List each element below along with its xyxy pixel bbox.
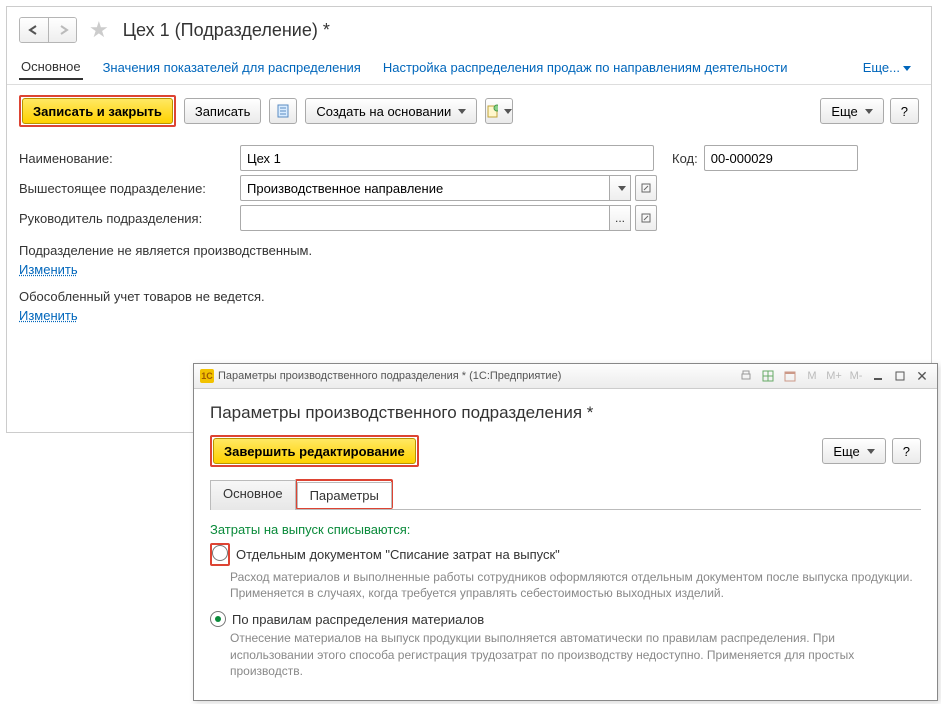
tab-values[interactable]: Значения показателей для распределения <box>101 56 363 79</box>
more-button[interactable]: Еще <box>820 98 883 124</box>
dialog-toolbar: Завершить редактирование Еще ? <box>210 435 921 467</box>
app-1c-icon: 1C <box>200 369 214 383</box>
manager-field[interactable] <box>240 205 610 231</box>
parent-open-button[interactable] <box>635 175 657 201</box>
highlight-tab-params: Параметры <box>295 479 393 509</box>
back-button[interactable] <box>20 18 48 42</box>
name-field[interactable] <box>240 145 654 171</box>
dialog-more-button[interactable]: Еще <box>822 438 885 464</box>
dialog-heading: Параметры производственного подразделени… <box>210 403 921 423</box>
tab-more[interactable]: Еще... <box>861 56 913 79</box>
change-link-2[interactable]: Изменить <box>19 308 78 323</box>
radio-separate-document-label: Отдельным документом "Списание затрат на… <box>236 547 560 562</box>
dialog-tab-main[interactable]: Основное <box>210 480 296 510</box>
close-icon[interactable]: ✕ <box>913 367 931 385</box>
dialog-help-button[interactable]: ? <box>892 438 921 464</box>
chevron-down-icon <box>903 66 911 71</box>
manager-open-button[interactable] <box>635 205 657 231</box>
radio-separate-document[interactable] <box>212 545 228 561</box>
highlight-radio-1 <box>210 543 230 566</box>
calc-mminus-button[interactable]: M- <box>847 367 865 385</box>
chevron-down-icon <box>458 109 466 114</box>
attachments-button[interactable] <box>485 98 513 124</box>
create-based-on-button[interactable]: Создать на основании <box>305 98 477 124</box>
write-button[interactable]: Записать <box>184 98 262 124</box>
chevron-down-icon <box>867 449 875 454</box>
create-based-label: Создать на основании <box>316 104 451 119</box>
radio-separate-document-desc: Расход материалов и выполненные работы с… <box>230 569 921 601</box>
maximize-icon[interactable] <box>891 367 909 385</box>
parameters-dialog: 1C Параметры производственного подраздел… <box>193 363 938 701</box>
parent-combo <box>240 175 657 201</box>
report-icon-button[interactable] <box>269 98 297 124</box>
tab-sales-settings[interactable]: Настройка распределения продаж по направ… <box>381 56 790 79</box>
chevron-down-icon <box>865 109 873 114</box>
finish-editing-button[interactable]: Завершить редактирование <box>213 438 416 464</box>
dialog-titlebar: 1C Параметры производственного подраздел… <box>194 364 937 389</box>
info-not-production: Подразделение не является производственн… <box>19 243 919 258</box>
manager-label: Руководитель подразделения: <box>19 211 234 226</box>
radio-distribution-rules-label: По правилам распределения материалов <box>232 612 484 627</box>
forward-button[interactable] <box>48 18 76 42</box>
costs-section-heading: Затраты на выпуск списываются: <box>210 522 921 537</box>
radio-distribution-rules[interactable] <box>210 611 226 627</box>
parent-field[interactable] <box>240 175 610 201</box>
chevron-down-icon <box>618 186 626 191</box>
manager-select-button[interactable]: ... <box>610 205 631 231</box>
dialog-tabs: Основное Параметры <box>210 479 921 510</box>
parent-dropdown-button[interactable] <box>610 175 631 201</box>
code-field[interactable] <box>704 145 858 171</box>
main-toolbar: Записать и закрыть Записать Создать на о… <box>7 85 931 137</box>
help-button[interactable]: ? <box>890 98 919 124</box>
favorite-star-icon[interactable]: ★ <box>89 17 109 43</box>
tab-main[interactable]: Основное <box>19 55 83 80</box>
dialog-body: Параметры производственного подразделени… <box>194 389 937 699</box>
calendar-icon[interactable] <box>781 367 799 385</box>
highlight-write-close: Записать и закрыть <box>19 95 176 127</box>
radio-row-distribution-rules: По правилам распределения материалов <box>210 611 921 627</box>
dialog-more-label: Еще <box>833 444 859 459</box>
dialog-tab-params[interactable]: Параметры <box>297 482 392 508</box>
tab-more-label: Еще... <box>863 60 900 75</box>
nav-tabs: Основное Значения показателей для распре… <box>7 51 931 85</box>
more-label: Еще <box>831 104 857 119</box>
change-link-1[interactable]: Изменить <box>19 262 78 277</box>
calc-m-button[interactable]: M <box>803 367 821 385</box>
page-title: Цех 1 (Подразделение) * <box>123 20 330 41</box>
radio-distribution-rules-desc: Отнесение материалов на выпуск продукции… <box>230 630 921 679</box>
header: ★ Цех 1 (Подразделение) * <box>7 7 931 51</box>
highlight-finish-edit: Завершить редактирование <box>210 435 419 467</box>
radio-row-separate-doc: Отдельным документом "Списание затрат на… <box>210 543 921 566</box>
parent-label: Вышестоящее подразделение: <box>19 181 234 196</box>
minimize-icon[interactable] <box>869 367 887 385</box>
form-area: Наименование: Код: Вышестоящее подраздел… <box>7 137 931 327</box>
manager-combo: ... <box>240 205 657 231</box>
calc-mplus-button[interactable]: M+ <box>825 367 843 385</box>
chevron-down-icon <box>504 109 512 114</box>
grid-icon[interactable] <box>759 367 777 385</box>
info-no-separate-accounting: Обособленный учет товаров не ведется. <box>19 289 919 304</box>
code-label: Код: <box>672 151 698 166</box>
write-and-close-button[interactable]: Записать и закрыть <box>22 98 173 124</box>
nav-buttons <box>19 17 77 43</box>
name-label: Наименование: <box>19 151 234 166</box>
dialog-titlebar-text: Параметры производственного подразделени… <box>218 370 561 382</box>
print-icon[interactable] <box>737 367 755 385</box>
